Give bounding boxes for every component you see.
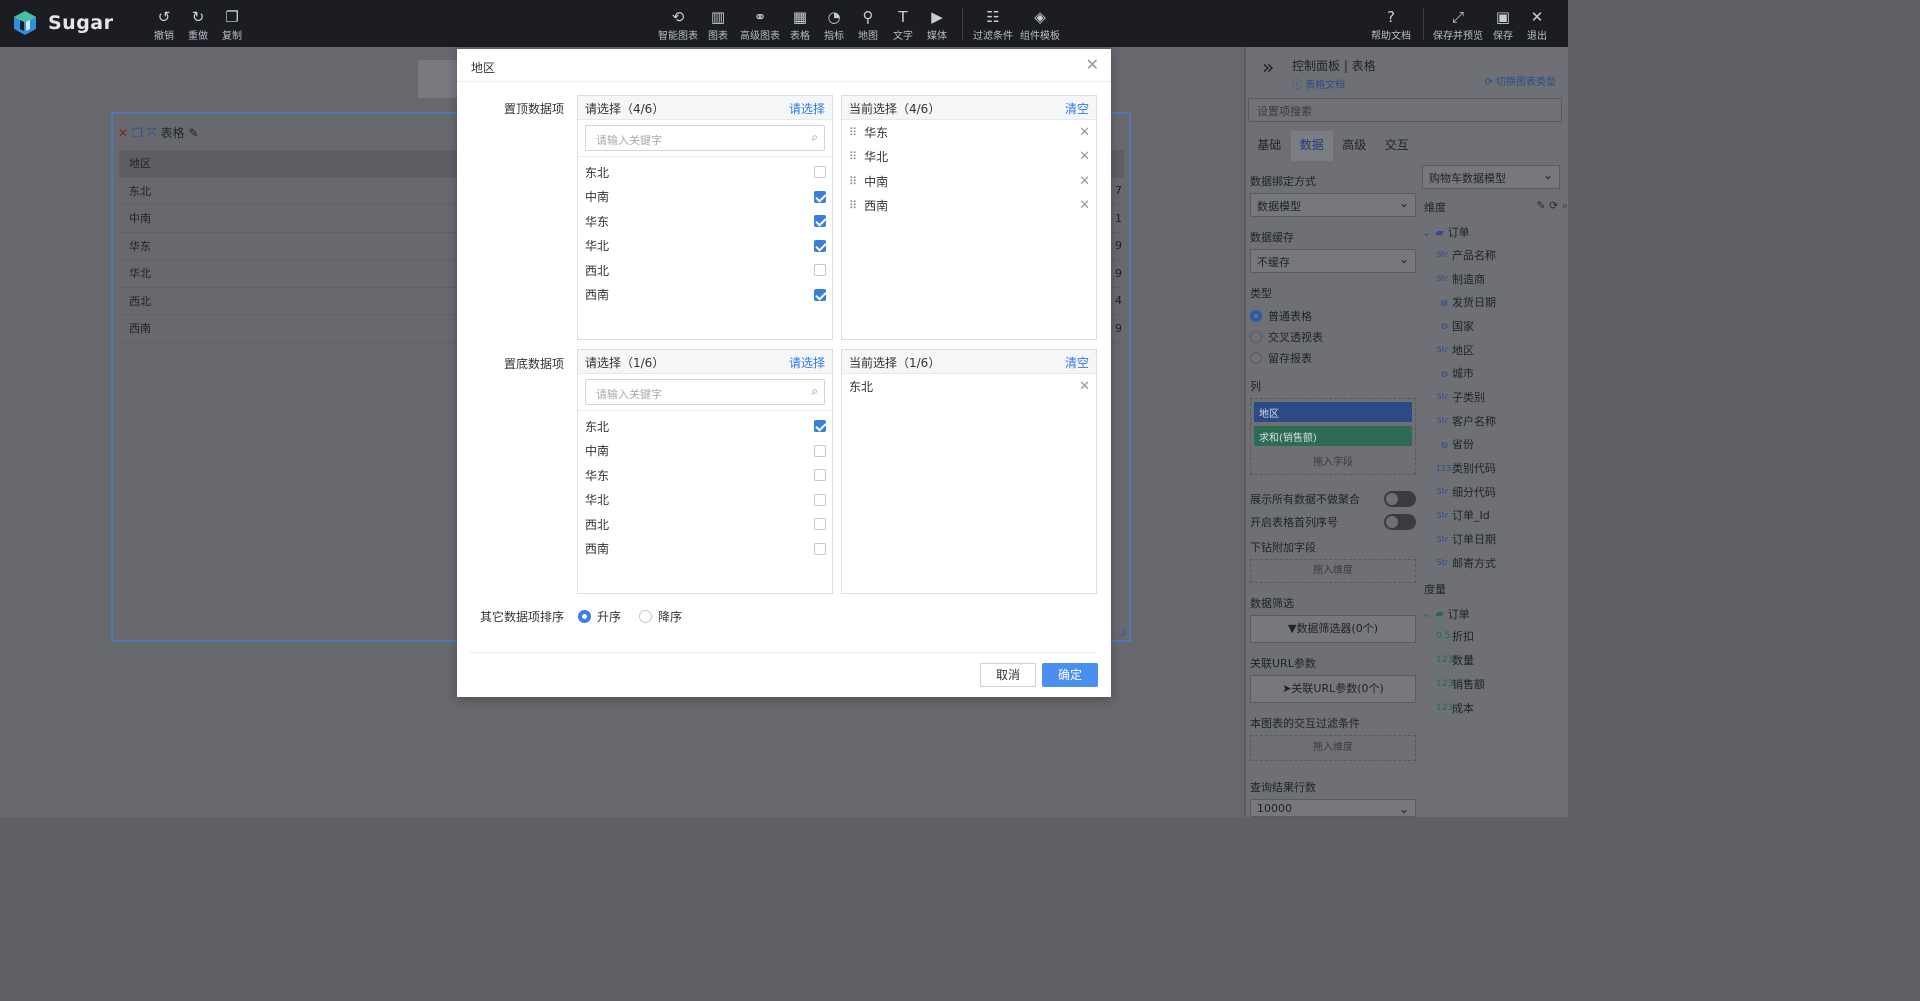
cancel-button[interactable]: 取消	[980, 663, 1036, 687]
top-available-box: 请选择（4/6） 请选择 请输入关键字 ⌕ 东北中南华东华北西北西南	[577, 95, 833, 340]
selected-item-label: 西南	[864, 199, 889, 214]
option-label: 中南	[585, 190, 610, 205]
option-label: 华东	[585, 214, 610, 229]
option-checkbox[interactable]	[814, 215, 826, 228]
bottom-items-label: 置底数据项	[503, 357, 564, 371]
sort-label: 其它数据项排序	[479, 610, 564, 624]
option-checkbox[interactable]	[814, 288, 826, 301]
selected-item-label: 中南	[864, 174, 889, 189]
option-item[interactable]: 东北	[578, 160, 832, 185]
top-bottom-items-dialog: 地区 ✕ 置顶数据项 请选择（4/6） 请选择 请输入关键字 ⌕ 东北 中南 华东 华北西…	[457, 49, 1111, 697]
option-item[interactable]: 中南	[578, 185, 832, 210]
option-item[interactable]: 西南	[578, 283, 832, 308]
option-label: 东北	[585, 419, 610, 434]
option-item[interactable]: 华北	[578, 488, 832, 513]
top-available-header: 请选择（4/6） 请选择	[578, 96, 832, 120]
bottom-selected-box: 当前选择（1/6） 清空 东北 ✕	[841, 349, 1097, 594]
option-checkbox[interactable]	[814, 542, 826, 555]
radio-label: 降序	[658, 610, 683, 624]
option-item[interactable]: 中南	[578, 439, 832, 464]
close-icon[interactable]: ✕	[1086, 55, 1099, 74]
bottom-selected-header: 当前选择（1/6） 清空	[842, 350, 1096, 374]
option-label: 华北	[585, 493, 610, 508]
remove-icon[interactable]: ✕	[1079, 379, 1090, 394]
option-checkbox[interactable]	[814, 264, 826, 277]
option-label: 华东	[585, 468, 610, 483]
bottom-clear-link[interactable]: 清空	[1065, 354, 1089, 370]
radio-label: 升序	[597, 610, 622, 624]
top-items-label: 置顶数据项	[503, 102, 564, 116]
radio-button[interactable]	[578, 610, 591, 623]
drag-handle-icon[interactable]: ⠿	[849, 150, 857, 163]
option-checkbox[interactable]	[814, 518, 826, 531]
option-item[interactable]: 华东	[578, 463, 832, 488]
dialog-footer-divider	[470, 652, 1096, 653]
drag-handle-icon[interactable]: ⠿	[849, 199, 857, 212]
remove-icon[interactable]: ✕	[1079, 198, 1090, 213]
option-checkbox[interactable]	[814, 444, 826, 457]
option-item[interactable]: 西北	[578, 512, 832, 537]
sort-radio-option[interactable]: 降序	[639, 608, 682, 625]
dialog-header: 地区 ✕	[457, 49, 1111, 82]
option-item[interactable]: 华东	[578, 209, 832, 234]
option-label: 华北	[585, 239, 610, 254]
option-label: 西南	[585, 542, 610, 557]
selected-item[interactable]: ⠿ 华北 ✕	[842, 145, 1096, 170]
top-selected-box: 当前选择（4/6） 清空 ⠿ 华东 ✕ ⠿ 华北 ✕ ⠿ 中南 ✕ ⠿ 西南 ✕	[841, 95, 1097, 340]
top-search-input[interactable]: 请输入关键字 ⌕	[585, 125, 825, 151]
top-clear-link[interactable]: 清空	[1065, 100, 1089, 116]
bottom-search-input[interactable]: 请输入关键字 ⌕	[585, 379, 825, 405]
option-item[interactable]: 东北	[578, 414, 832, 439]
option-checkbox[interactable]	[814, 493, 826, 506]
remove-icon[interactable]: ✕	[1079, 149, 1090, 164]
selected-item-label: 华北	[864, 150, 889, 165]
top-selected-header: 当前选择（4/6） 清空	[842, 96, 1096, 120]
remove-icon[interactable]: ✕	[1079, 174, 1090, 189]
option-label: 西北	[585, 517, 610, 532]
option-checkbox[interactable]	[814, 190, 826, 203]
radio-button[interactable]	[639, 610, 653, 623]
selected-item[interactable]: ⠿ 中南 ✕	[842, 169, 1096, 194]
selected-item[interactable]: ⠿ 西南 ✕	[842, 194, 1096, 219]
bottom-available-header: 请选择（1/6） 请选择	[578, 350, 832, 374]
selected-item-label: 华东	[864, 125, 889, 140]
sort-row: 其它数据项排序 升序 降序	[457, 608, 700, 625]
selected-item[interactable]: 东北 ✕	[842, 374, 1096, 399]
confirm-button[interactable]: 确定	[1042, 663, 1098, 687]
option-label: 西北	[585, 263, 610, 278]
option-checkbox[interactable]	[814, 166, 826, 179]
option-item[interactable]: 西北	[578, 258, 832, 283]
bottom-available-box: 请选择（1/6） 请选择 请输入关键字 ⌕ 东北中南华东华北西北西南	[577, 349, 833, 594]
option-checkbox[interactable]	[814, 420, 826, 433]
search-icon: ⌕	[811, 384, 818, 398]
option-label: 中南	[585, 444, 610, 459]
option-item[interactable]: 西南	[578, 537, 832, 562]
sort-radio-option[interactable]: 升序	[578, 608, 621, 625]
bottom-select-all-link[interactable]: 请选择	[789, 354, 825, 370]
option-label: 东北	[585, 165, 610, 180]
drag-handle-icon[interactable]: ⠿	[849, 175, 857, 188]
option-checkbox[interactable]	[814, 239, 826, 252]
dialog-title: 地区	[471, 61, 496, 75]
option-item[interactable]: 华北	[578, 234, 832, 259]
option-label: 西南	[585, 288, 610, 303]
drag-handle-icon[interactable]: ⠿	[849, 126, 857, 139]
option-checkbox[interactable]	[814, 469, 826, 482]
remove-icon[interactable]: ✕	[1079, 125, 1090, 140]
selected-item-label: 东北	[849, 379, 874, 394]
selected-item[interactable]: ⠿ 华东 ✕	[842, 120, 1096, 145]
search-icon: ⌕	[811, 130, 818, 144]
top-select-all-link[interactable]: 请选择	[789, 100, 825, 116]
